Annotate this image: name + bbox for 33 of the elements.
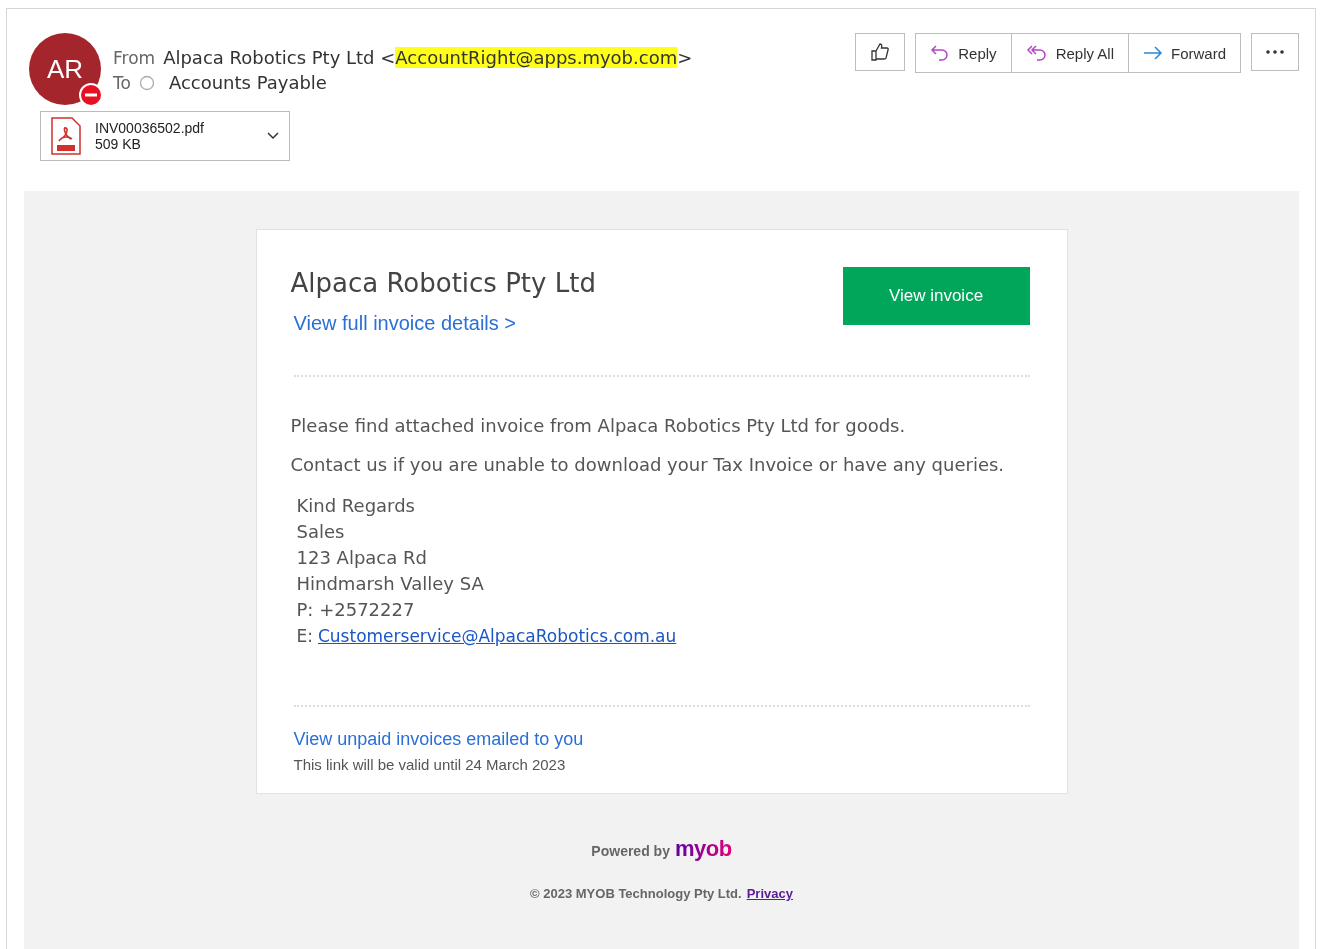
powered-by-text: Powered by bbox=[591, 843, 670, 859]
copyright-text: © 2023 MYOB Technology Pty Ltd. bbox=[530, 886, 742, 901]
reply-arrow-icon bbox=[930, 44, 951, 62]
attachment-size: 509 KB bbox=[95, 136, 142, 152]
unpaid-invoices-link[interactable]: View unpaid invoices emailed to you bbox=[293, 729, 1030, 750]
like-button[interactable] bbox=[855, 33, 906, 71]
reply-all-arrow-icon bbox=[1025, 44, 1048, 62]
email-link[interactable]: Customerservice@AlpacaRobotics.com.au bbox=[317, 623, 677, 649]
chevron-down-icon bbox=[267, 132, 279, 140]
right-arrow-icon bbox=[1143, 46, 1163, 60]
invoice-details-link[interactable]: View full invoice details > bbox=[293, 312, 596, 335]
privacy-link[interactable]: Privacy bbox=[746, 886, 793, 901]
signature-line: Kind Regards bbox=[296, 494, 416, 518]
presence-icon bbox=[138, 74, 155, 91]
to-label: To bbox=[113, 72, 131, 93]
message-paragraph: Please find attached invoice from Alpaca Robotics Pty Ltd for goods. bbox=[290, 415, 907, 436]
attachment-name: INV00036502.pdf bbox=[95, 120, 205, 136]
from-label: From bbox=[113, 47, 156, 68]
signature-line: P: +2572227 bbox=[296, 598, 416, 622]
more-icon bbox=[1266, 50, 1284, 54]
attachment-card[interactable]: INV00036502.pdf 509 KB bbox=[40, 111, 290, 161]
pdf-file-icon bbox=[51, 117, 81, 155]
message-paragraph: Contact us if you are unable to download your Tax Invoice or have any queries. bbox=[290, 454, 1006, 475]
company-name: Alpaca Robotics Pty Ltd bbox=[290, 268, 596, 298]
recipient-name[interactable]: Accounts Payable bbox=[168, 72, 327, 93]
signature-line: 123 Alpaca Rd bbox=[296, 546, 428, 570]
signature-line: Hindmarsh Valley SA bbox=[296, 572, 485, 596]
link-validity-note: This link will be valid until 24 March 2023 bbox=[293, 756, 567, 773]
thumbs-up-icon bbox=[870, 42, 891, 62]
signature-line: Sales bbox=[296, 520, 346, 544]
email-label: E: bbox=[296, 625, 313, 648]
avatar-initials: AR bbox=[46, 53, 84, 85]
blocked-status-icon bbox=[79, 83, 103, 107]
